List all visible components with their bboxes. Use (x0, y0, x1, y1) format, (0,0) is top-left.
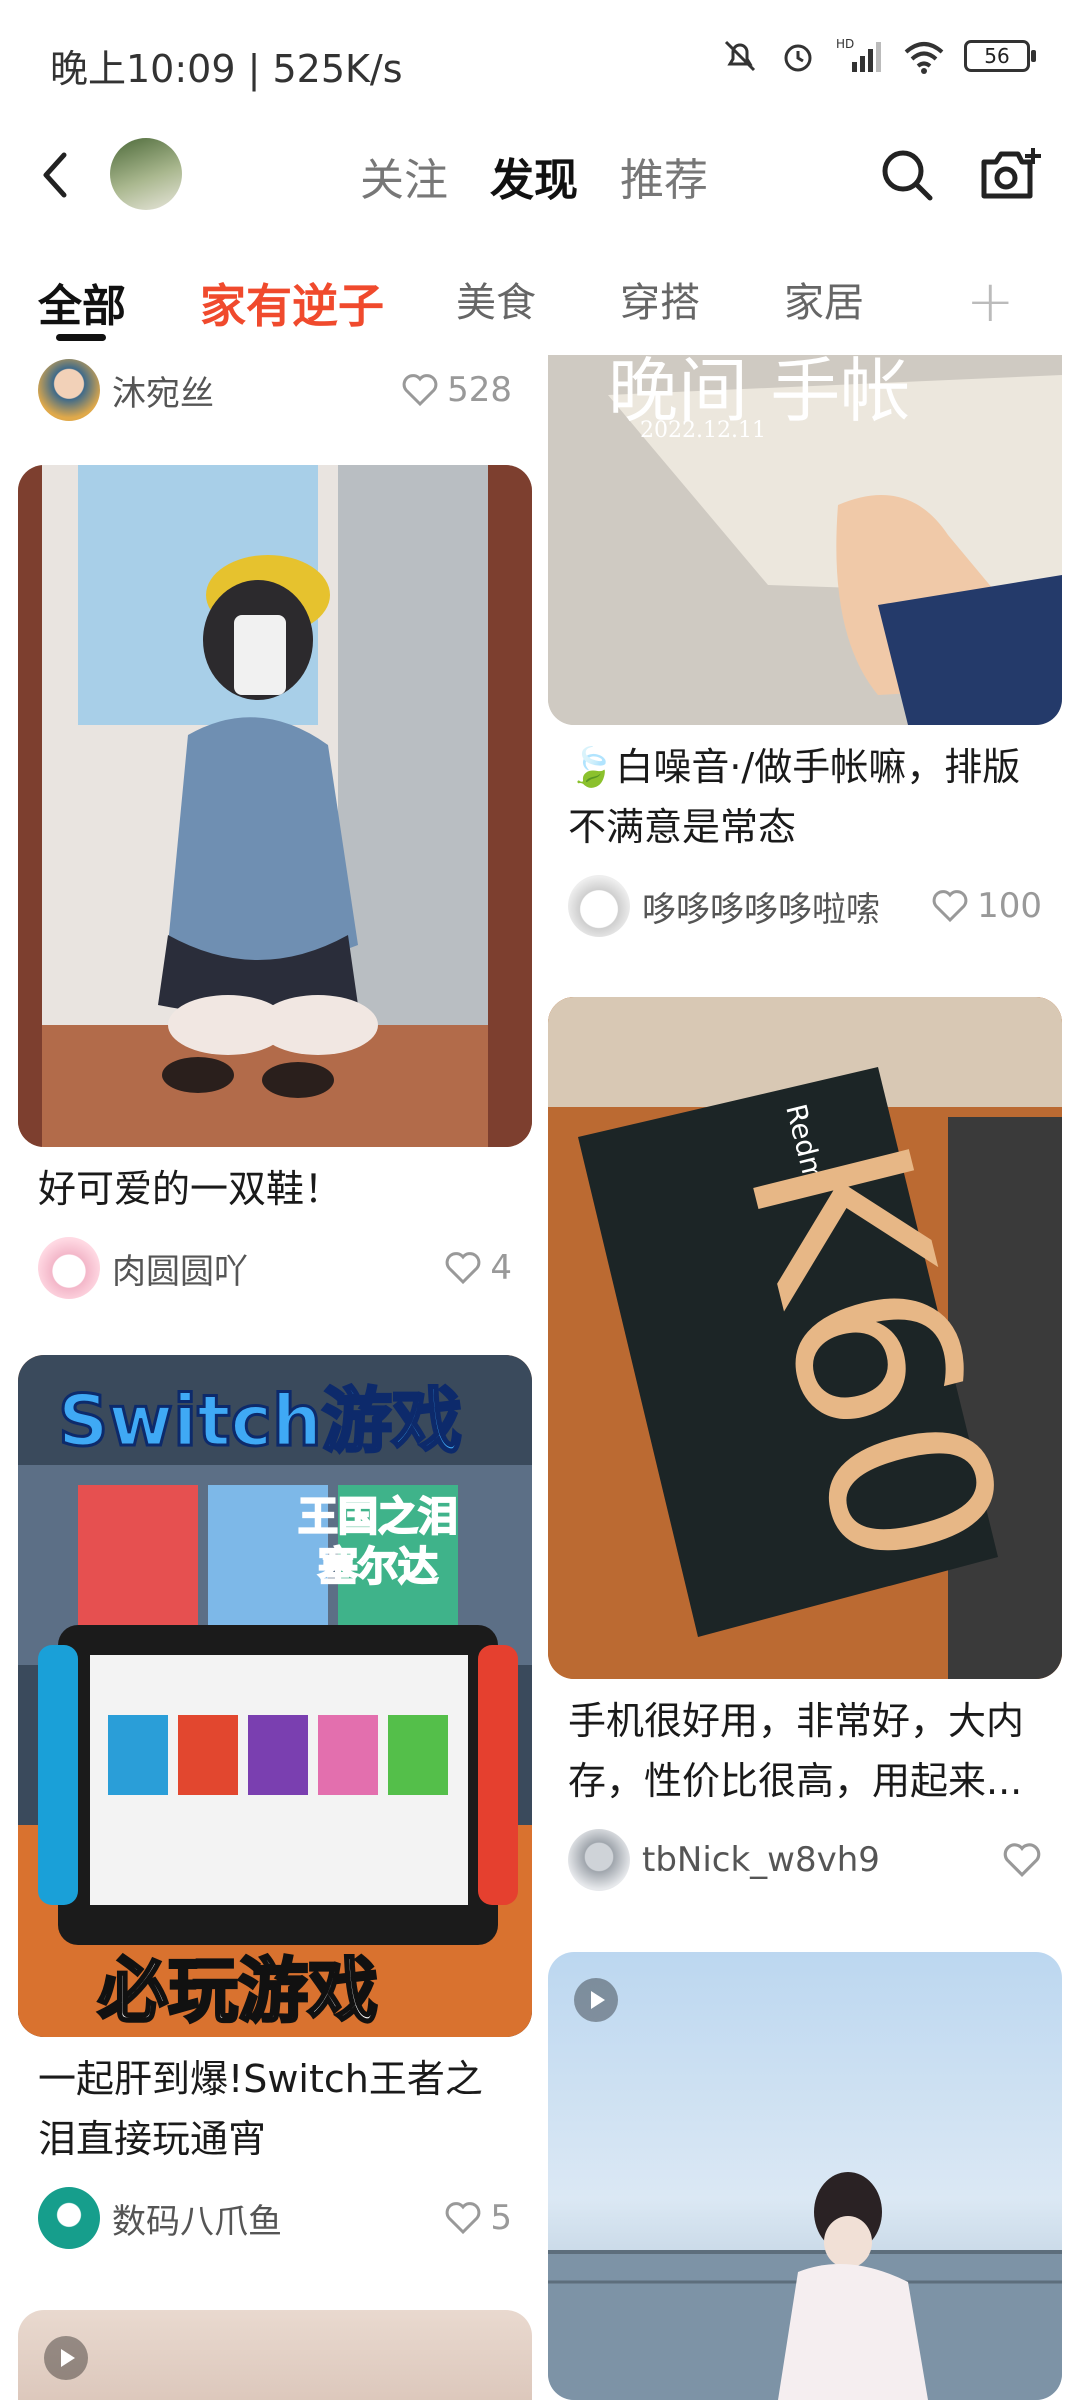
feed-card-partial[interactable]: 沐宛丝 528 (18, 355, 532, 425)
card-image: Switch游戏 王国之泪 塞尔达 必玩游戏 (18, 1355, 532, 2037)
heart-icon (932, 890, 968, 923)
card-meta: 肉圆圆吖 4 (18, 1219, 532, 1303)
category-tabs: 全部 家有逆子 美食 穿搭 家居 + (0, 262, 1080, 342)
author-avatar[interactable] (38, 1237, 100, 1299)
like-count[interactable]: 4 (444, 1248, 512, 1288)
card-title: 一起肝到爆!Switch王者之泪直接玩通宵 (38, 2057, 483, 2161)
category-family[interactable]: 家有逆子 (200, 270, 384, 336)
status-time: 晚上10:09 | 525K/s (50, 47, 403, 91)
author-name[interactable]: tbNick_w8vh9 (642, 1840, 1002, 1880)
card-image: Redmi K60 (548, 997, 1062, 1679)
image-banner-text: Switch游戏 (58, 1380, 462, 1462)
like-count[interactable]: 5 (444, 2198, 512, 2238)
heart-icon (446, 1252, 481, 1285)
like-count-value: 528 (447, 370, 512, 410)
card-meta: tbNick_w8vh9 (548, 1811, 1062, 1895)
feed-card-video-left[interactable] (18, 2310, 532, 2400)
like-count-value: 100 (977, 886, 1042, 926)
heart-icon (1003, 1843, 1041, 1877)
heart-icon (446, 2202, 481, 2235)
status-bar: 晚上10:09 | 525K/s HD 56 (0, 0, 1080, 120)
image-footer-text: 必玩游戏 (98, 1950, 378, 2032)
top-tabs: 关注 发现 推荐 (360, 144, 708, 208)
like-count-value: 4 (490, 1248, 512, 1288)
discover-feed: 沐宛丝 528 好可爱的一双鞋！ 肉圆圆吖 4 Switch游戏 王国之泪 塞尔… (0, 355, 1080, 2400)
feed-card-video-right[interactable] (548, 1952, 1062, 2400)
category-home[interactable]: 家居 (784, 270, 864, 328)
image-subtitle-text: 王国之泪 (298, 1494, 458, 1540)
card-meta: 数码八爪鱼 5 (18, 2169, 532, 2253)
author-name[interactable]: 数码八爪鱼 (112, 2194, 444, 2243)
like-count[interactable]: 100 (931, 886, 1042, 926)
card-title: 🍃白噪音·/做手帐嘛，排版不满意是常态 (568, 745, 1021, 849)
photo-illustration: Switch游戏 王国之泪 塞尔达 必玩游戏 (18, 1355, 532, 2037)
author-name[interactable]: 哆哆哆哆哆啦嗦 (642, 882, 931, 931)
status-icons: HD 56 (720, 36, 1036, 76)
add-category-icon[interactable]: + (966, 267, 1015, 335)
search-icon[interactable] (878, 146, 936, 204)
like-button[interactable] (1002, 1842, 1042, 1878)
card-image (18, 465, 532, 1147)
feed-card-shoes[interactable]: 好可爱的一双鞋！ 肉圆圆吖 4 (18, 465, 532, 1303)
card-meta: 沐宛丝 528 (18, 355, 532, 425)
camera-add-icon[interactable] (978, 146, 1042, 204)
category-outfit[interactable]: 穿搭 (620, 270, 700, 328)
wifi-icon (904, 42, 944, 74)
author-avatar[interactable] (38, 2187, 100, 2249)
feed-card-journal[interactable]: 晚间 手帐 2022.12.11 🍃白噪音·/做手帐嘛，排版不满意是常态 哆哆哆… (548, 355, 1062, 941)
photo-illustration (18, 465, 532, 1147)
photo-illustration: 晚间 手帐 2022.12.11 (548, 355, 1062, 725)
category-food[interactable]: 美食 (456, 270, 536, 328)
back-arrow-icon[interactable] (30, 140, 90, 210)
card-title: 好可爱的一双鞋！ (38, 1167, 343, 1211)
alarm-icon (784, 44, 812, 72)
author-avatar[interactable] (38, 359, 100, 421)
top-navigation: 关注 发现 推荐 (0, 120, 1080, 230)
category-all[interactable]: 全部 (38, 270, 126, 341)
author-avatar[interactable] (568, 875, 630, 937)
card-meta: 哆哆哆哆哆啦嗦 100 (548, 857, 1062, 941)
card-image (18, 2310, 532, 2400)
image-subtitle-text-2: 塞尔达 (318, 1544, 438, 1590)
battery-icon: 56 (964, 40, 1036, 72)
author-avatar[interactable] (568, 1829, 630, 1891)
feed-card-switch[interactable]: Switch游戏 王国之泪 塞尔达 必玩游戏 一起肝到爆!Switch王者之泪直… (18, 1355, 532, 2253)
photo-illustration (548, 2172, 1062, 2400)
tab-discover[interactable]: 发现 (490, 144, 578, 208)
like-count[interactable]: 528 (401, 370, 512, 410)
card-title: 手机很好用，非常好，大内存，性价比很高，用起来... (568, 1699, 1025, 1803)
card-image: 晚间 手帐 2022.12.11 (548, 355, 1062, 725)
author-name[interactable]: 肉圆圆吖 (112, 1244, 444, 1293)
tab-following[interactable]: 关注 (360, 144, 448, 208)
play-icon (44, 2336, 88, 2380)
heart-icon (402, 374, 438, 407)
feed-card-k60[interactable]: Redmi K60 手机很好用，非常好，大内存，性价比很高，用起来... tbN… (548, 997, 1062, 1895)
like-count-value: 5 (490, 2198, 512, 2238)
my-avatar[interactable] (110, 138, 182, 210)
play-icon (574, 1978, 618, 2022)
mute-bell-icon (724, 40, 756, 72)
image-date-text: 2022.12.11 (640, 418, 766, 443)
svg-text:HD: HD (836, 37, 854, 51)
tab-recommend[interactable]: 推荐 (620, 144, 708, 208)
card-image (548, 1952, 1062, 2400)
author-name[interactable]: 沐宛丝 (112, 366, 401, 415)
photo-illustration: Redmi K60 (548, 997, 1062, 1679)
signal-icon: HD (836, 37, 881, 72)
